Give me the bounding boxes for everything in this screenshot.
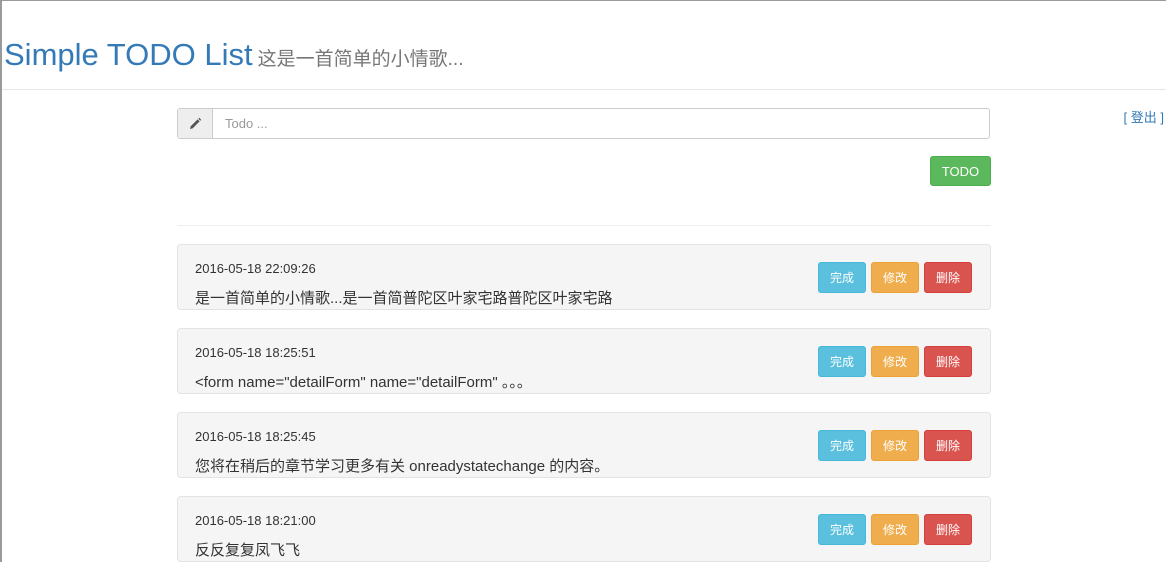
todo-item: 2016-05-18 18:21:00 反反复复凤飞飞 完成 修改 删除 [177,496,991,562]
todo-actions: 完成 修改 删除 [818,346,972,377]
complete-button[interactable]: 完成 [818,346,866,377]
todo-text: 是一首简单的小情歌...是一首简普陀区叶家宅路普陀区叶家宅路 [195,290,613,307]
todo-text: 反反复复凤飞飞 [195,542,301,559]
todo-input-group [177,108,990,139]
delete-button[interactable]: 删除 [924,430,972,461]
todo-actions: 完成 修改 删除 [818,514,972,545]
add-todo-button[interactable]: TODO [930,156,991,186]
edit-button[interactable]: 修改 [871,514,919,545]
delete-button[interactable]: 删除 [924,514,972,545]
logout-link[interactable]: [ 登出 ] [1124,107,1164,126]
pencil-icon [178,109,213,138]
todo-actions: 完成 修改 删除 [818,262,972,293]
edit-button[interactable]: 修改 [871,430,919,461]
todo-text: <form name="detailForm" name="detailForm… [195,374,532,391]
page-title: Simple TODO List 这是一首简单的小情歌... [4,37,464,78]
todo-list: 2016-05-18 22:09:26 是一首简单的小情歌...是一首简普陀区叶… [177,244,991,580]
todo-text: 您将在稍后的章节学习更多有关 onreadystatechange 的内容。 [195,458,610,475]
todo-input[interactable] [213,109,989,138]
app-title: Simple TODO List [4,37,253,72]
todo-item: 2016-05-18 18:25:45 您将在稍后的章节学习更多有关 onrea… [177,412,991,478]
todo-timestamp: 2016-05-18 22:09:26 [195,261,316,276]
edit-button[interactable]: 修改 [871,262,919,293]
todo-timestamp: 2016-05-18 18:21:00 [195,513,316,528]
complete-button[interactable]: 完成 [818,262,866,293]
section-divider [177,225,991,226]
page-header: Simple TODO List 这是一首简单的小情歌... [2,1,1166,90]
delete-button[interactable]: 删除 [924,262,972,293]
edit-button[interactable]: 修改 [871,346,919,377]
app-subtitle: 这是一首简单的小情歌... [257,49,464,70]
todo-timestamp: 2016-05-18 18:25:45 [195,429,316,444]
todo-timestamp: 2016-05-18 18:25:51 [195,345,316,360]
todo-item: 2016-05-18 22:09:26 是一首简单的小情歌...是一首简普陀区叶… [177,244,991,310]
todo-actions: 完成 修改 删除 [818,430,972,461]
complete-button[interactable]: 完成 [818,430,866,461]
delete-button[interactable]: 删除 [924,346,972,377]
complete-button[interactable]: 完成 [818,514,866,545]
todo-item: 2016-05-18 18:25:51 <form name="detailFo… [177,328,991,394]
